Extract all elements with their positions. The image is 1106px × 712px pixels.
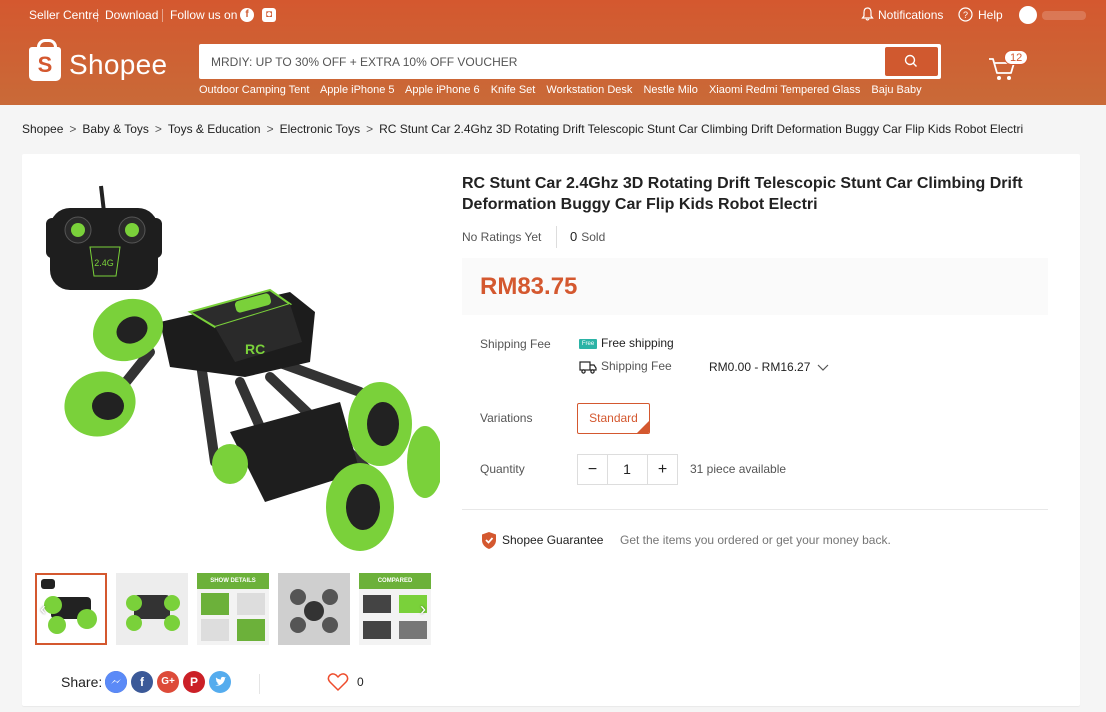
google-plus-icon[interactable]: G+ — [157, 671, 179, 693]
thumbnail[interactable]: SHOW DETAILS — [197, 573, 269, 645]
shopee-bag-icon: S — [29, 39, 61, 81]
favorite-heart-icon[interactable] — [327, 672, 349, 697]
increase-quantity-button[interactable]: + — [647, 454, 678, 485]
stock-available: 31 piece available — [690, 462, 787, 476]
help-link[interactable]: Help — [978, 8, 1003, 22]
product-title: RC Stunt Car 2.4Ghz 3D Rotating Drift Te… — [462, 175, 1023, 213]
quantity-label: Quantity — [480, 462, 525, 476]
suggestion-link[interactable]: Nestle Milo — [643, 84, 697, 96]
product-card: 2.4G RC SHOW DETAILS COMPARED ‹ › Share:… — [22, 154, 1080, 706]
product-price: RM83.75 — [480, 273, 578, 300]
search-bar — [199, 44, 941, 79]
facebook-share-icon[interactable]: f — [131, 671, 153, 693]
avatar[interactable] — [1019, 6, 1037, 24]
free-shipping-text: Free shipping — [601, 336, 674, 350]
download-link[interactable]: Download — [105, 8, 158, 22]
twitter-icon[interactable] — [209, 671, 231, 693]
site-header: Seller Centre Download Follow us on f ◘ … — [0, 0, 1106, 105]
chevron-down-icon — [817, 364, 829, 371]
shipping-fee-dropdown[interactable]: RM0.00 - RM16.27 — [709, 360, 829, 374]
suggestion-link[interactable]: Apple iPhone 5 — [320, 84, 395, 96]
suggestion-link[interactable]: Outdoor Camping Tent — [199, 84, 309, 96]
chevron-right-icon: > — [69, 122, 77, 136]
decrease-quantity-button[interactable]: − — [577, 454, 608, 485]
pinterest-icon[interactable]: P — [183, 671, 205, 693]
thumbnail-next-button[interactable]: › — [417, 598, 429, 620]
shield-icon — [482, 532, 496, 549]
cart-count-badge: 12 — [1004, 50, 1029, 65]
sold-count: 0 — [570, 229, 578, 244]
help-icon[interactable]: ? — [958, 7, 973, 25]
sold-info: 0 Sold — [570, 229, 605, 244]
truck-icon — [579, 361, 597, 374]
breadcrumb-link[interactable]: Toys & Education — [168, 122, 261, 136]
chevron-right-icon: > — [266, 122, 274, 136]
divider — [259, 674, 260, 694]
instagram-icon[interactable]: ◘ — [262, 7, 276, 22]
search-suggestions: Outdoor Camping Tent Apple iPhone 5 Appl… — [199, 84, 930, 96]
svg-text:2.4G: 2.4G — [94, 258, 114, 268]
search-input[interactable] — [199, 44, 881, 79]
product-main-image[interactable]: 2.4G RC — [40, 172, 443, 572]
facebook-icon[interactable]: f — [240, 7, 254, 22]
divider — [97, 9, 98, 22]
search-button[interactable] — [885, 47, 938, 76]
guarantee-title: Shopee Guarantee — [502, 533, 604, 547]
suggestion-link[interactable]: Knife Set — [491, 84, 536, 96]
free-shipping-row: Free Free shipping — [579, 336, 674, 350]
guarantee-text: Get the items you ordered or get your mo… — [620, 533, 891, 547]
divider — [556, 226, 557, 248]
price-section: RM83.75 — [462, 258, 1048, 315]
product-stats: No Ratings Yet 0 Sold — [462, 226, 605, 248]
selected-check-icon — [637, 421, 649, 433]
logo-text: Shopee — [69, 49, 168, 80]
shipping-fee-row: Shipping Fee — [579, 359, 672, 374]
svg-text:RC: RC — [245, 341, 265, 357]
search-icon — [904, 54, 917, 67]
breadcrumb: Shopee > Baby & Toys > Toys & Education > Elec… — [22, 122, 1023, 136]
breadcrumb-link[interactable]: Baby & Toys — [82, 122, 148, 136]
car-body: RC — [160, 288, 360, 502]
chevron-right-icon: > — [154, 122, 162, 136]
suggestion-link[interactable]: Workstation Desk — [546, 84, 632, 96]
free-shipping-icon: Free — [579, 338, 597, 349]
messenger-icon[interactable] — [105, 671, 127, 693]
breadcrumb-link[interactable]: Electronic Toys — [280, 122, 360, 136]
variation-option-standard[interactable]: Standard — [577, 403, 650, 434]
shipping-fee-range: RM0.00 - RM16.27 — [709, 360, 811, 374]
divider — [162, 9, 163, 22]
follow-us-label: Follow us on — [170, 8, 238, 22]
breadcrumb-link[interactable]: Shopee — [22, 122, 63, 136]
username-placeholder[interactable] — [1042, 11, 1086, 20]
bell-icon[interactable] — [861, 7, 874, 24]
remote-controller: 2.4G — [46, 185, 162, 290]
seller-centre-link[interactable]: Seller Centre — [29, 8, 99, 22]
chevron-right-icon: > — [366, 122, 374, 136]
sold-label: Sold — [581, 230, 606, 244]
suggestion-link[interactable]: Baju Baby — [871, 84, 921, 96]
svg-text:?: ? — [963, 10, 968, 20]
divider — [462, 509, 1048, 510]
thumbnail-prev-button[interactable]: ‹ — [37, 598, 49, 620]
quantity-input[interactable]: 1 — [607, 454, 647, 485]
thumbnail[interactable] — [116, 573, 188, 645]
favorite-count: 0 — [357, 675, 364, 689]
breadcrumb-current: RC Stunt Car 2.4Ghz 3D Rotating Drift Te… — [379, 122, 1024, 136]
variations-label: Variations — [480, 411, 533, 425]
thumbnail[interactable] — [278, 573, 350, 645]
ratings-text: No Ratings Yet — [462, 230, 542, 244]
notifications-link[interactable]: Notifications — [878, 8, 943, 22]
shipping-label: Shipping Fee — [480, 337, 551, 351]
suggestion-link[interactable]: Apple iPhone 6 — [405, 84, 480, 96]
suggestion-link[interactable]: Xiaomi Redmi Tempered Glass — [709, 84, 860, 96]
shipping-fee-text: Shipping Fee — [601, 359, 672, 373]
top-bar: Seller Centre Download Follow us on f ◘ … — [0, 0, 1106, 30]
shopee-guarantee[interactable]: Shopee Guarantee Get the items you order… — [480, 531, 891, 553]
share-label: Share: — [61, 674, 103, 690]
